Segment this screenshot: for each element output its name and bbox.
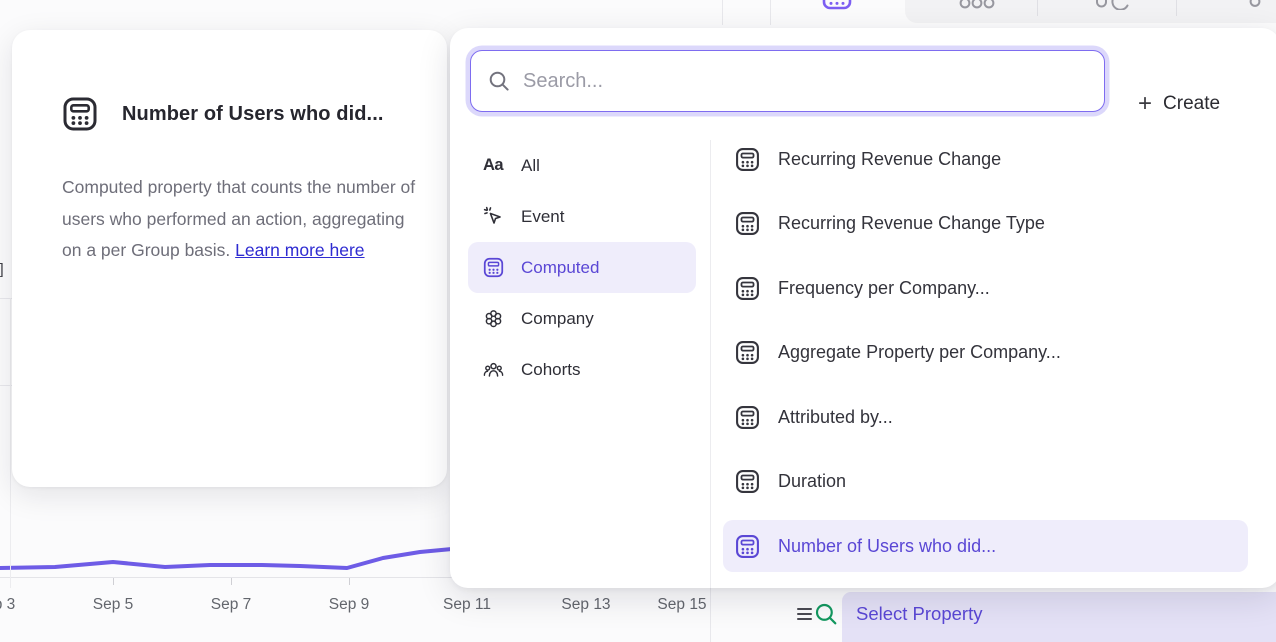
axis-label: Sep 5	[93, 596, 134, 614]
category-label: Event	[521, 207, 564, 227]
app-screen: Sep 3 Sep 5 Sep 7 Sep 9 Sep 11 Sep 13 Se…	[0, 0, 1276, 642]
calculator-icon	[735, 147, 760, 172]
tab-divider	[1176, 0, 1177, 16]
axis-label: Sep 9	[329, 596, 370, 614]
tab-small-circle-icon[interactable]	[1249, 0, 1261, 7]
text-format-icon: Aa	[482, 155, 504, 177]
category-label: Cohorts	[521, 360, 581, 380]
property-label: Attributed by...	[778, 407, 893, 428]
axis-label: Sep 15	[657, 596, 706, 614]
clipped-background-label: y]	[0, 261, 4, 278]
cohorts-people-icon	[482, 359, 504, 381]
category-item-cohorts[interactable]: Cohorts	[468, 344, 696, 395]
category-label: All	[521, 156, 540, 176]
company-cluster-icon	[482, 308, 504, 330]
property-row[interactable]: Aggregate Property per Company...	[723, 326, 1248, 378]
select-property-field[interactable]: Select Property	[842, 592, 1276, 642]
select-property-label: Select Property	[856, 603, 982, 625]
top-divider	[722, 0, 723, 25]
drag-handle-icon[interactable]	[797, 608, 812, 621]
calculator-icon	[735, 276, 760, 301]
property-row[interactable]: Duration	[723, 455, 1248, 507]
property-label: Aggregate Property per Company...	[778, 342, 1061, 363]
cursor-sparkle-icon	[482, 206, 504, 228]
calculator-icon	[735, 534, 760, 559]
axis-label: Sep 13	[561, 596, 610, 614]
category-item-computed[interactable]: Computed	[468, 242, 696, 293]
background-divider	[710, 588, 711, 642]
metric-line	[0, 549, 452, 568]
property-label: Number of Users who did...	[778, 536, 996, 557]
category-label: Computed	[521, 258, 599, 278]
background-divider	[10, 298, 11, 588]
calculator-icon	[735, 405, 760, 430]
event-search-icon	[813, 601, 839, 627]
calculator-icon	[735, 211, 760, 236]
calculator-icon	[735, 469, 760, 494]
calculator-icon	[735, 340, 760, 365]
tab-three-circles-icon[interactable]	[958, 0, 998, 9]
property-label: Duration	[778, 471, 846, 492]
axis-tick	[349, 578, 350, 585]
category-item-all[interactable]: Aa All	[468, 140, 696, 191]
axis-label: Sep 7	[211, 596, 252, 614]
category-item-company[interactable]: Company	[468, 293, 696, 344]
property-picker-dropdown: + Create Aa All Event Computed Company	[450, 28, 1276, 588]
property-label: Recurring Revenue Change Type	[778, 213, 1045, 234]
top-divider	[770, 0, 771, 25]
search-icon	[487, 69, 511, 93]
tab-strip	[905, 0, 1276, 23]
tooltip-title: Number of Users who did...	[122, 103, 384, 126]
metric-line-chart	[0, 540, 455, 580]
category-item-event[interactable]: Event	[468, 191, 696, 242]
tab-active-calculator-icon[interactable]	[822, 0, 852, 10]
tab-divider	[1037, 0, 1038, 16]
property-row[interactable]: Frequency per Company...	[723, 262, 1248, 314]
axis-label: Sep 3	[0, 596, 15, 614]
learn-more-link[interactable]: Learn more here	[235, 240, 364, 260]
property-row-selected[interactable]: Number of Users who did...	[723, 520, 1248, 572]
axis-tick	[113, 578, 114, 585]
calculator-icon	[482, 257, 504, 279]
property-list: Recurring Revenue Change Recurring Reven…	[723, 28, 1250, 588]
axis-tick	[231, 578, 232, 585]
calculator-icon	[62, 96, 98, 132]
tooltip-description: Computed property that counts the number…	[62, 172, 420, 267]
tab-retention-curve-icon[interactable]	[1095, 0, 1129, 10]
axis-label: Sep 11	[443, 596, 491, 614]
property-label: Frequency per Company...	[778, 278, 990, 299]
property-label: Recurring Revenue Change	[778, 149, 1001, 170]
property-tooltip-card: Number of Users who did... Computed prop…	[12, 30, 447, 487]
property-row[interactable]: Attributed by...	[723, 391, 1248, 443]
category-list: Aa All Event Computed Company Cohorts	[468, 140, 696, 395]
category-label: Company	[521, 309, 594, 329]
property-row[interactable]: Recurring Revenue Change	[723, 133, 1248, 185]
property-row[interactable]: Recurring Revenue Change Type	[723, 197, 1248, 249]
column-divider	[710, 140, 711, 588]
